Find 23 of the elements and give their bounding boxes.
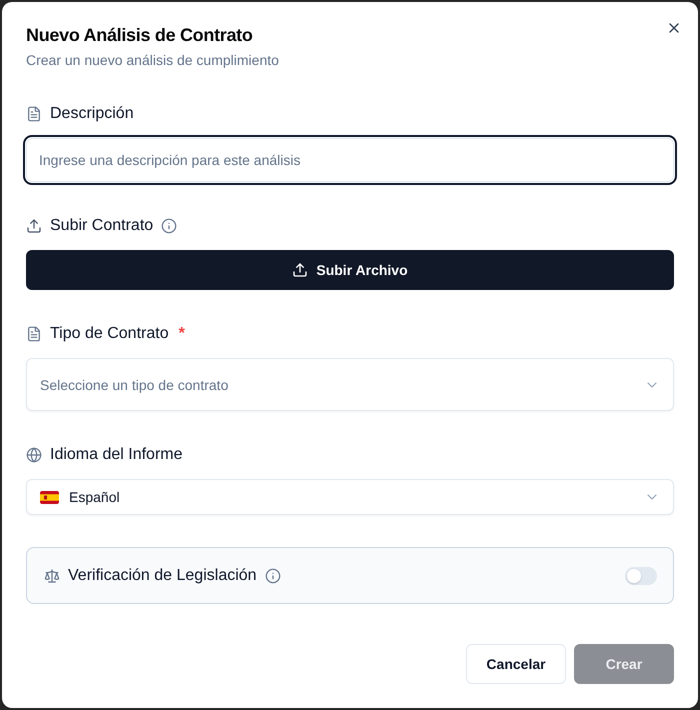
document-icon: [26, 106, 42, 122]
cancel-button[interactable]: Cancelar: [466, 644, 566, 684]
field-label: Descripción: [50, 104, 134, 124]
upload-file-button[interactable]: Subir Archivo: [26, 250, 674, 290]
info-icon[interactable]: [264, 568, 281, 584]
dialog-subtitle: Crear un nuevo análisis de cumplimiento: [26, 51, 279, 70]
legislation-toggle[interactable]: [625, 566, 657, 584]
contract-type-select[interactable]: Seleccione un tipo de contrato: [26, 358, 674, 411]
field-label: Tipo de Contrato: [50, 324, 169, 344]
globe-icon: [26, 447, 42, 463]
field-label: Subir Contrato: [50, 216, 154, 236]
legislation-label: Verificación de Legislación: [68, 566, 257, 584]
description-input[interactable]: Ingrese una descripción para este análisis: [26, 138, 674, 182]
info-icon[interactable]: [161, 218, 178, 234]
upload-icon: [292, 262, 308, 278]
dialog-title: Nuevo Análisis de Contrato: [26, 24, 253, 47]
upload-icon: [26, 218, 42, 234]
language-select[interactable]: Español: [26, 479, 674, 515]
spain-flag-icon: [40, 490, 59, 504]
scale-icon: [44, 568, 60, 584]
field-label: Idioma del Informe: [50, 445, 183, 465]
required-mark: *: [178, 325, 185, 343]
document-icon: [26, 326, 42, 342]
